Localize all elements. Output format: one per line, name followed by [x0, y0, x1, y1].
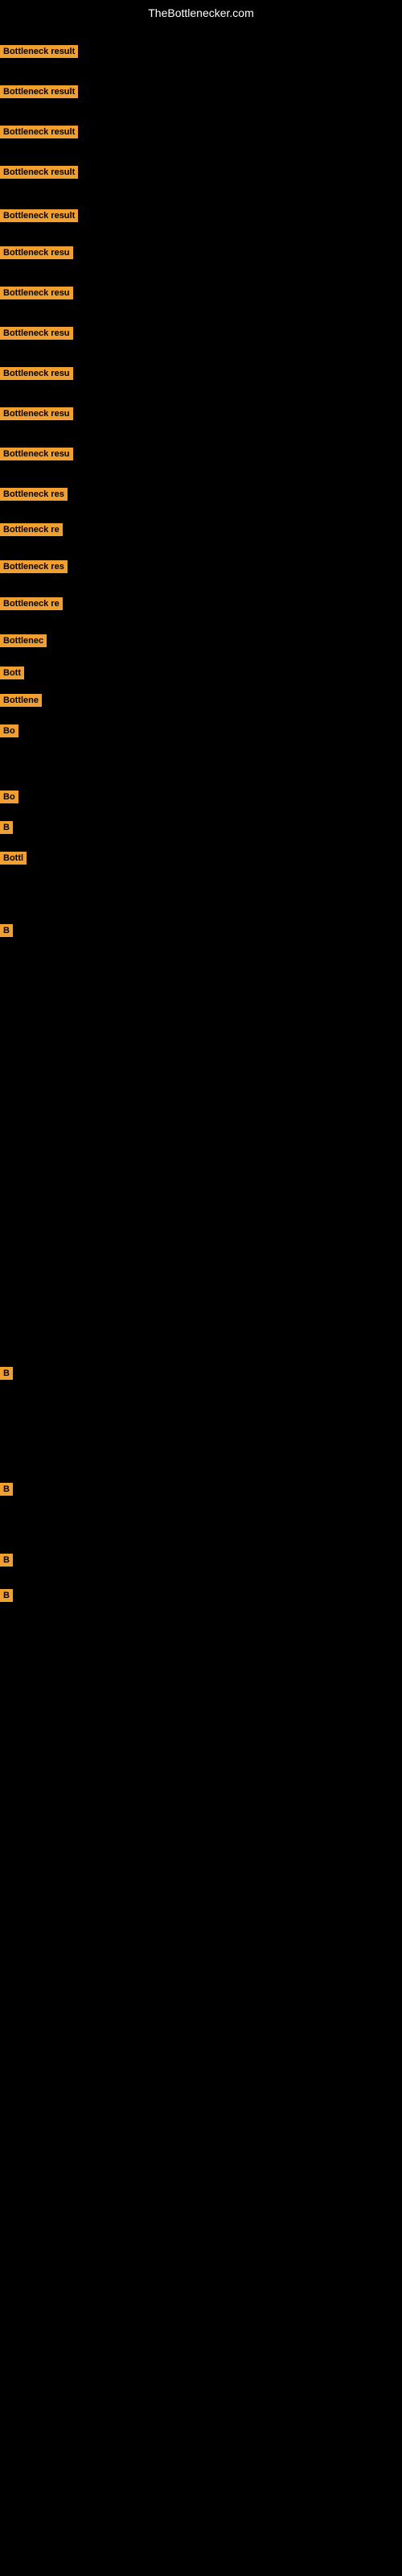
bottleneck-result-badge: Bottleneck res	[0, 560, 68, 573]
bottleneck-result-badge: Bottleneck resu	[0, 407, 73, 420]
bottleneck-result-badge: Bottleneck result	[0, 209, 78, 222]
bottleneck-result-badge: B	[0, 1589, 13, 1602]
bottleneck-result-badge: Bottleneck result	[0, 126, 78, 138]
bottleneck-result-badge: Bottlenec	[0, 634, 47, 647]
bottleneck-result-badge: Bo	[0, 791, 18, 803]
bottleneck-result-badge: Bottl	[0, 852, 27, 865]
bottleneck-result-badge: B	[0, 821, 13, 834]
bottleneck-result-badge: B	[0, 1367, 13, 1380]
bottleneck-result-badge: Bottleneck resu	[0, 327, 73, 340]
bottleneck-result-badge: B	[0, 924, 13, 937]
bottleneck-result-badge: Bottleneck re	[0, 597, 63, 610]
site-title: TheBottlenecker.com	[0, 0, 402, 26]
bottleneck-result-badge: B	[0, 1554, 13, 1567]
bottleneck-result-badge: Bottleneck resu	[0, 246, 73, 259]
bottleneck-result-badge: Bottleneck re	[0, 523, 63, 536]
bottleneck-result-badge: Bottleneck res	[0, 488, 68, 501]
bottleneck-result-badge: Bo	[0, 724, 18, 737]
bottleneck-result-badge: Bott	[0, 667, 24, 679]
bottleneck-result-badge: Bottleneck resu	[0, 448, 73, 460]
bottleneck-result-badge: Bottleneck result	[0, 45, 78, 58]
bottleneck-result-badge: Bottleneck resu	[0, 367, 73, 380]
bottleneck-result-badge: Bottleneck result	[0, 166, 78, 179]
bottleneck-result-badge: B	[0, 1483, 13, 1496]
bottleneck-result-badge: Bottlene	[0, 694, 42, 707]
bottleneck-result-badge: Bottleneck resu	[0, 287, 73, 299]
bottleneck-result-badge: Bottleneck result	[0, 85, 78, 98]
